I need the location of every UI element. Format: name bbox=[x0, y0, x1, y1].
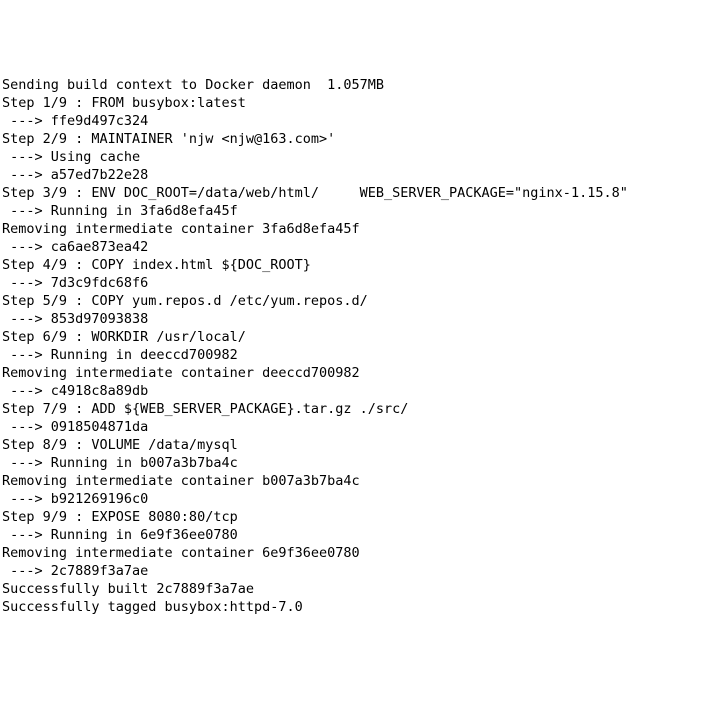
terminal-line: Step 3/9 : ENV DOC_ROOT=/data/web/html/ … bbox=[2, 184, 704, 202]
terminal-line: ---> Using cache bbox=[2, 148, 704, 166]
terminal-line: ---> Running in 6e9f36ee0780 bbox=[2, 526, 704, 544]
terminal-line: ---> Running in b007a3b7ba4c bbox=[2, 454, 704, 472]
terminal-line: Removing intermediate container 3fa6d8ef… bbox=[2, 220, 704, 238]
terminal-line: Step 7/9 : ADD ${WEB_SERVER_PACKAGE}.tar… bbox=[2, 400, 704, 418]
terminal-line: Removing intermediate container deeccd70… bbox=[2, 364, 704, 382]
terminal-line: Successfully built 2c7889f3a7ae bbox=[2, 580, 704, 598]
terminal-output: Sending build context to Docker daemon 1… bbox=[2, 76, 704, 616]
terminal-line: ---> b921269196c0 bbox=[2, 490, 704, 508]
terminal-line: Step 4/9 : COPY index.html ${DOC_ROOT} bbox=[2, 256, 704, 274]
terminal-line: Step 5/9 : COPY yum.repos.d /etc/yum.rep… bbox=[2, 292, 704, 310]
terminal-line: ---> Running in 3fa6d8efa45f bbox=[2, 202, 704, 220]
terminal-line: ---> 7d3c9fdc68f6 bbox=[2, 274, 704, 292]
terminal-line: ---> ffe9d497c324 bbox=[2, 112, 704, 130]
terminal-line: Removing intermediate container b007a3b7… bbox=[2, 472, 704, 490]
terminal-line: ---> a57ed7b22e28 bbox=[2, 166, 704, 184]
terminal-line: ---> Running in deeccd700982 bbox=[2, 346, 704, 364]
terminal-line: Step 1/9 : FROM busybox:latest bbox=[2, 94, 704, 112]
terminal-line: ---> 853d97093838 bbox=[2, 310, 704, 328]
terminal-line: Successfully tagged busybox:httpd-7.0 bbox=[2, 598, 704, 616]
terminal-line: ---> 0918504871da bbox=[2, 418, 704, 436]
terminal-line: Step 6/9 : WORKDIR /usr/local/ bbox=[2, 328, 704, 346]
terminal-line: Step 8/9 : VOLUME /data/mysql bbox=[2, 436, 704, 454]
terminal-line: Step 2/9 : MAINTAINER 'njw <njw@163.com>… bbox=[2, 130, 704, 148]
terminal-line: ---> ca6ae873ea42 bbox=[2, 238, 704, 256]
terminal-line: Removing intermediate container 6e9f36ee… bbox=[2, 544, 704, 562]
terminal-line: ---> c4918c8a89db bbox=[2, 382, 704, 400]
terminal-line: ---> 2c7889f3a7ae bbox=[2, 562, 704, 580]
terminal-line: Step 9/9 : EXPOSE 8080:80/tcp bbox=[2, 508, 704, 526]
terminal-line: Sending build context to Docker daemon 1… bbox=[2, 76, 704, 94]
